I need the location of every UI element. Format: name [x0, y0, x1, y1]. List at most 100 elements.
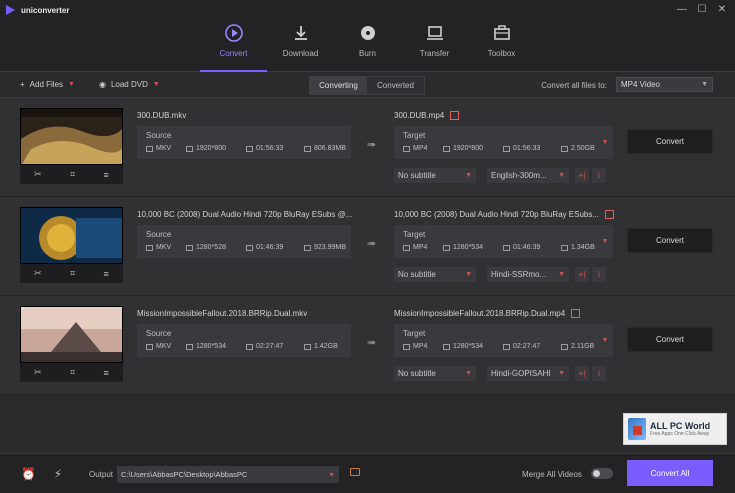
edit-icon[interactable] — [605, 210, 615, 219]
target-info[interactable]: Target MP4 1920*800 01:56:33 2.50GB — [394, 126, 597, 159]
source-size: 1.42GB — [314, 343, 338, 350]
chevron-down-icon[interactable]: ▼ — [597, 126, 613, 159]
subtitle-select[interactable]: No subtitle ▼ — [394, 267, 476, 282]
tab-converted[interactable]: Converted — [367, 77, 424, 94]
effects-icon[interactable]: ≡ — [104, 368, 109, 378]
trim-icon[interactable]: ✂ — [34, 268, 42, 279]
chevron-down-icon: ▼ — [558, 172, 565, 179]
audio-value: English-300m... — [491, 171, 547, 180]
tab-download[interactable]: Download — [267, 18, 334, 72]
info-icon[interactable]: i — [592, 267, 606, 282]
format-info: MKV — [146, 343, 186, 350]
format-info: MKV — [146, 145, 186, 152]
folder-icon — [304, 244, 311, 251]
source-size: 923.99MB — [314, 244, 346, 251]
effects-icon[interactable]: ≡ — [104, 170, 109, 180]
trim-icon[interactable]: ✂ — [34, 169, 42, 180]
subtitle-select[interactable]: No subtitle ▼ — [394, 168, 476, 183]
clock-icon — [503, 244, 510, 251]
source-duration: 01:56:33 — [256, 145, 284, 152]
target-size: 2.11GB — [571, 343, 595, 350]
add-files-label: Add Files — [29, 80, 64, 89]
crop-icon[interactable]: ⌗ — [70, 268, 75, 279]
source-label: Source — [146, 329, 172, 338]
add-subtitle-icon[interactable]: +| — [575, 168, 589, 183]
resolution-info: 1280*528 — [186, 244, 246, 251]
load-dvd-button[interactable]: ◉ Load DVD ▼ — [99, 80, 160, 89]
tab-converting[interactable]: Converting — [310, 77, 367, 94]
crop-icon[interactable]: ⌗ — [70, 169, 75, 180]
close-button[interactable]: ✕ — [715, 4, 729, 16]
target-file-name: MissionImpossibleFallout.2018.BRRip.Dual… — [394, 309, 566, 318]
add-subtitle-icon[interactable]: +| — [575, 366, 589, 381]
convert-button[interactable]: Convert — [627, 129, 713, 154]
target-info[interactable]: Target MP4 1280*534 02:27:47 2.11GB — [394, 324, 597, 357]
edit-icon[interactable] — [571, 309, 581, 318]
convert-all-button[interactable]: Convert All — [627, 460, 713, 486]
chevron-down-icon[interactable]: ▼ — [597, 324, 613, 357]
info-icon[interactable]: i — [592, 168, 606, 183]
target-info[interactable]: Target MP4 1280*534 01:46:39 1.34GB — [394, 225, 597, 258]
chevron-down-icon[interactable]: ▼ — [68, 81, 75, 88]
chevron-down-icon: ▼ — [465, 271, 472, 278]
format-icon — [403, 145, 410, 152]
format-info: MKV — [146, 244, 186, 251]
thumbnail-tools: ✂ ⌗ ≡ — [20, 165, 123, 184]
add-files-button[interactable]: + Add Files ▼ — [20, 80, 75, 89]
target-name-row: MissionImpossibleFallout.2018.BRRip.Dual… — [394, 309, 581, 318]
audio-select[interactable]: English-300m... ▼ — [487, 168, 569, 183]
convert-button[interactable]: Convert — [627, 327, 713, 352]
tab-download-label: Download — [282, 49, 319, 58]
target-format: MP4 — [413, 343, 428, 350]
chevron-down-icon[interactable]: ▼ — [597, 225, 613, 258]
app-logo-icon — [6, 5, 15, 15]
task-list: ✂ ⌗ ≡ 300.DUB.mkv Source MKV 1920*800 01… — [0, 98, 735, 453]
target-format: MP4 — [413, 244, 428, 251]
minimize-button[interactable]: — — [675, 4, 689, 16]
source-format: MKV — [156, 145, 172, 152]
source-format: MKV — [156, 343, 172, 350]
crop-icon[interactable]: ⌗ — [70, 367, 75, 378]
subtitle-select[interactable]: No subtitle ▼ — [394, 366, 476, 381]
source-duration: 02:27:47 — [256, 343, 284, 350]
video-thumbnail[interactable]: ✂ ⌗ ≡ — [20, 108, 123, 184]
info-icon[interactable]: i — [592, 366, 606, 381]
source-file-name: MissionImpossibleFallout.2018.BRRip.Dual… — [137, 309, 308, 318]
watermark-title: ALL PC World — [650, 421, 711, 431]
tab-toolbox[interactable]: Toolbox — [468, 18, 535, 72]
tab-burn[interactable]: Burn — [334, 18, 401, 72]
chevron-down-icon[interactable]: ▼ — [153, 81, 160, 88]
tab-transfer[interactable]: Transfer — [401, 18, 468, 72]
effects-icon[interactable]: ≡ — [104, 269, 109, 279]
format-icon — [146, 244, 153, 251]
maximize-button[interactable]: ☐ — [695, 4, 709, 16]
target-size: 2.50GB — [571, 145, 595, 152]
audio-select[interactable]: Hindi-GOPISAHI ▼ — [487, 366, 569, 381]
add-subtitle-icon[interactable]: +| — [575, 267, 589, 282]
merge-toggle[interactable] — [591, 468, 613, 479]
output-path-select[interactable]: C:\Users\AbbasPC\Desktop\AbbasPC ▼ — [117, 466, 339, 483]
audio-select[interactable]: Hindi-SSRmo... ▼ — [487, 267, 569, 282]
duration-info: 01:56:33 — [503, 145, 561, 152]
chevron-down-icon: ▼ — [328, 472, 335, 479]
source-meta: MKV 1280*528 01:46:39 923.99MB — [146, 244, 346, 251]
chevron-down-icon: ▼ — [558, 370, 565, 377]
edit-icon[interactable] — [450, 111, 460, 120]
tab-convert[interactable]: Convert — [200, 18, 267, 72]
download-icon — [290, 22, 312, 44]
speed-icon[interactable]: ⚡ — [51, 467, 65, 481]
schedule-icon[interactable]: ⏰ — [21, 467, 36, 481]
duration-info: 01:46:39 — [503, 244, 561, 251]
video-thumbnail[interactable]: ✂ ⌗ ≡ — [20, 207, 123, 283]
output-format-select[interactable]: MP4 Video ▼ — [616, 77, 713, 92]
load-dvd-label: Load DVD — [110, 80, 148, 89]
target-duration: 01:56:33 — [513, 145, 541, 152]
format-info: MP4 — [403, 244, 443, 251]
resolution-icon — [443, 244, 450, 251]
watermark: ALL PC World Free Apps One Click Away — [623, 413, 727, 445]
convert-all-to-label: Convert all files to: — [541, 81, 607, 90]
convert-button[interactable]: Convert — [627, 228, 713, 253]
folder-icon[interactable] — [350, 468, 360, 476]
video-thumbnail[interactable]: ✂ ⌗ ≡ — [20, 306, 123, 382]
trim-icon[interactable]: ✂ — [34, 367, 42, 378]
